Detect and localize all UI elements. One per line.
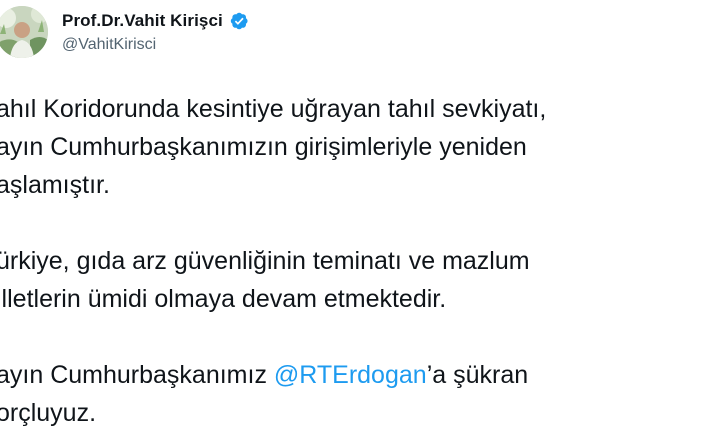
author-handle[interactable]: @VahitKirisci <box>62 36 249 54</box>
author-info: Prof.Dr.Vahit Kirişci @VahitKirisci <box>62 10 249 54</box>
tweet-line: aşlamıştır. <box>0 171 110 199</box>
tweet-text: ahıl Koridorunda kesintiye uğrayan tahıl… <box>0 90 696 431</box>
tweet-header: Prof.Dr.Vahit Kirişci @VahitKirisci <box>0 0 560 78</box>
tweet-line: ahıl Koridorunda kesintiye uğrayan tahıl… <box>0 95 547 123</box>
author-display-name[interactable]: Prof.Dr.Vahit Kirişci <box>62 11 223 31</box>
profile-photo <box>0 6 48 58</box>
tweet-paragraph: ürkiye, gıda arz güvenliğinin teminatı v… <box>0 242 696 318</box>
tweet-line-start: ayın Cumhurbaşkanımız <box>0 361 274 389</box>
avatar[interactable] <box>0 6 48 58</box>
tweet-line-end: ’a şükran <box>426 361 529 389</box>
tweet-line: ayın Cumhurbaşkanımızın girişimleriyle y… <box>0 133 527 161</box>
verified-badge-icon <box>229 11 249 31</box>
tweet-paragraph: ayın Cumhurbaşkanımız @RTErdogan’a şükra… <box>0 356 696 431</box>
tweet-line: ürkiye, gıda arz güvenliğinin teminatı v… <box>0 247 530 275</box>
tweet-line: orçluyuz. <box>0 399 97 427</box>
name-row: Prof.Dr.Vahit Kirişci <box>62 10 249 32</box>
mention-link[interactable]: @RTErdogan <box>274 361 427 389</box>
tweet-paragraph: ahıl Koridorunda kesintiye uğrayan tahıl… <box>0 90 696 204</box>
tweet-line: illetlerin ümidi olmaya devam etmektedir… <box>0 285 447 313</box>
tweet-card: Prof.Dr.Vahit Kirişci @VahitKirisci ahıl… <box>0 0 706 431</box>
